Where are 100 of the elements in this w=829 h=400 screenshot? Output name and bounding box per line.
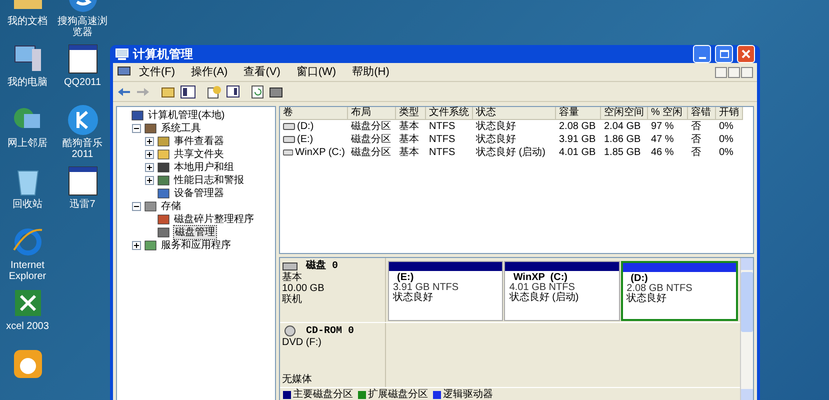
partition-block[interactable]: (E:) 3.91 GB NTFS 状态良好: [388, 261, 504, 321]
column-header[interactable]: 容错: [688, 107, 716, 120]
folder-up-icon[interactable]: [161, 85, 175, 98]
table-cell-text: 状态良好: [476, 120, 516, 134]
child-window-controls[interactable]: [715, 66, 753, 78]
tree-node-icon: [157, 135, 170, 148]
vertical-scrollbar[interactable]: [740, 258, 753, 400]
table-cell-text: 基本: [399, 146, 419, 160]
table-cell-text: NTFS: [429, 120, 456, 134]
desktop-icon-label[interactable]: 网上邻居: [0, 138, 54, 149]
table-cell-text: 磁盘分区: [351, 146, 391, 160]
table-cell-text: 3.91 GB: [559, 133, 596, 147]
menu-item[interactable]: 窗口(W): [296, 64, 336, 80]
collapse-toggle[interactable]: [132, 124, 141, 133]
disk-type: DVD (F:): [282, 337, 322, 348]
tree-item[interactable]: 计算机管理(本地): [147, 109, 226, 122]
table-cell-text: 47 %: [651, 133, 674, 147]
minimize-button[interactable]: [693, 45, 711, 63]
close-button[interactable]: [737, 45, 755, 63]
partition-status: 状态良好: [393, 293, 434, 303]
table-cell-text: 97 %: [651, 120, 674, 134]
desktop-icon-label[interactable]: 我的文档: [0, 16, 54, 27]
maximize-button[interactable]: [715, 45, 733, 63]
menu-item[interactable]: 文件(F): [139, 64, 176, 80]
properties-icon[interactable]: [207, 84, 221, 98]
legend-label: 逻辑驱动器: [443, 388, 493, 400]
tree-toggle-icon[interactable]: [180, 84, 196, 98]
disk-status: 联机: [282, 294, 303, 305]
desktop-icon-label[interactable]: 迅雷7: [56, 199, 110, 210]
disk-name: 磁盘 0: [306, 260, 338, 272]
tree-item[interactable]: 服务和应用程序: [160, 239, 232, 252]
table-cell-text: 2.08 GB: [559, 120, 596, 134]
column-header[interactable]: 容量: [556, 107, 601, 120]
disk-name: CD-ROM 0: [306, 326, 354, 336]
column-header[interactable]: 空闲空间: [601, 107, 648, 120]
partition-status: 状态良好 (启动): [509, 293, 580, 303]
partition-block[interactable]: (D:) 2.08 GB NTFS 状态良好: [620, 261, 738, 321]
table-cell-text: WinXP (C:): [295, 146, 345, 160]
table-cell-text: 状态良好: [476, 132, 516, 146]
expand-toggle[interactable]: [145, 150, 154, 159]
back-arrow-icon[interactable]: [117, 86, 131, 96]
table-cell-text: 否: [691, 120, 701, 134]
tree-node-icon: [144, 239, 157, 252]
desktop-icon-label[interactable]: Internet Explorer: [0, 260, 54, 282]
menu-item[interactable]: 查看(V): [244, 64, 280, 80]
table-cell-text: 0%: [719, 146, 734, 160]
tree-node-icon: [131, 109, 144, 122]
tree-item[interactable]: 设备管理器: [173, 187, 225, 200]
tree-item[interactable]: 系统工具: [160, 122, 202, 135]
partition-block[interactable]: WinXP (C:) 4.01 GB NTFS 状态良好 (启动): [504, 261, 620, 321]
tree-item[interactable]: 性能日志和警报: [173, 174, 245, 187]
expand-toggle[interactable]: [145, 137, 154, 146]
window-title: 计算机管理: [133, 46, 194, 63]
partition-status: 状态良好: [626, 294, 668, 304]
expand-toggle[interactable]: [145, 176, 154, 185]
desktop-icon-label[interactable]: QQ2011: [56, 77, 110, 88]
tree-item[interactable]: 共享文件夹: [173, 148, 225, 161]
tree-node-icon: [157, 187, 170, 200]
tree-item[interactable]: 事件查看器: [173, 135, 225, 148]
column-header[interactable]: 开销: [716, 107, 743, 120]
tree-node-icon: [144, 200, 157, 213]
table-cell-text: 否: [691, 133, 701, 147]
desktop-icon-label[interactable]: xcel 2003: [0, 321, 54, 332]
column-header[interactable]: 类型: [396, 107, 426, 120]
table-cell-text: NTFS: [429, 133, 456, 147]
tree-item[interactable]: 磁盘管理: [173, 225, 217, 240]
tree-item[interactable]: 磁盘碎片整理程序: [173, 213, 255, 226]
desktop-icon-label[interactable]: 我的电脑: [0, 77, 54, 88]
disk-size: 10.00 GB: [282, 283, 326, 294]
disk-type: 基本: [282, 272, 303, 283]
partition-label: WinXP (C:): [512, 273, 568, 283]
column-header[interactable]: 文件系统: [426, 107, 473, 120]
refresh-icon[interactable]: [251, 84, 264, 98]
disk-settings-icon[interactable]: [269, 84, 283, 98]
column-header[interactable]: 卷: [280, 107, 348, 120]
collapse-toggle[interactable]: [132, 202, 141, 211]
expand-toggle[interactable]: [132, 241, 141, 250]
desktop-icon-label[interactable]: 回收站: [0, 199, 54, 210]
panel-icon[interactable]: [226, 85, 240, 98]
desktop-icon-label[interactable]: 搜狗高速浏览器: [56, 16, 110, 38]
column-header[interactable]: 布局: [348, 107, 396, 120]
tree-item[interactable]: 存储: [160, 200, 182, 213]
legend-label: 扩展磁盘分区: [368, 388, 428, 400]
column-header[interactable]: % 空闲: [648, 107, 688, 120]
tree-node-icon: [157, 148, 170, 161]
table-cell-text: 状态良好 (启动): [476, 146, 546, 160]
column-header[interactable]: 状态: [473, 107, 556, 120]
desktop-icon-label[interactable]: 酷狗音乐 2011: [56, 138, 110, 160]
partition-size: 3.91 GB NTFS: [393, 283, 460, 293]
expand-toggle[interactable]: [145, 163, 154, 172]
tree-item[interactable]: 本地用户和组: [173, 161, 235, 174]
menu-item[interactable]: 操作(A): [191, 64, 228, 80]
tree-node-icon: [157, 161, 170, 174]
menu-item[interactable]: 帮助(H): [352, 64, 390, 80]
table-cell-text: 2.04 GB: [604, 120, 641, 134]
table-cell-text: 否: [691, 146, 701, 160]
partition-size: 4.01 GB NTFS: [509, 283, 575, 293]
table-cell-text: 0%: [719, 120, 734, 134]
tree-node-icon: [157, 226, 170, 239]
optical-drive-icon: [282, 325, 298, 337]
